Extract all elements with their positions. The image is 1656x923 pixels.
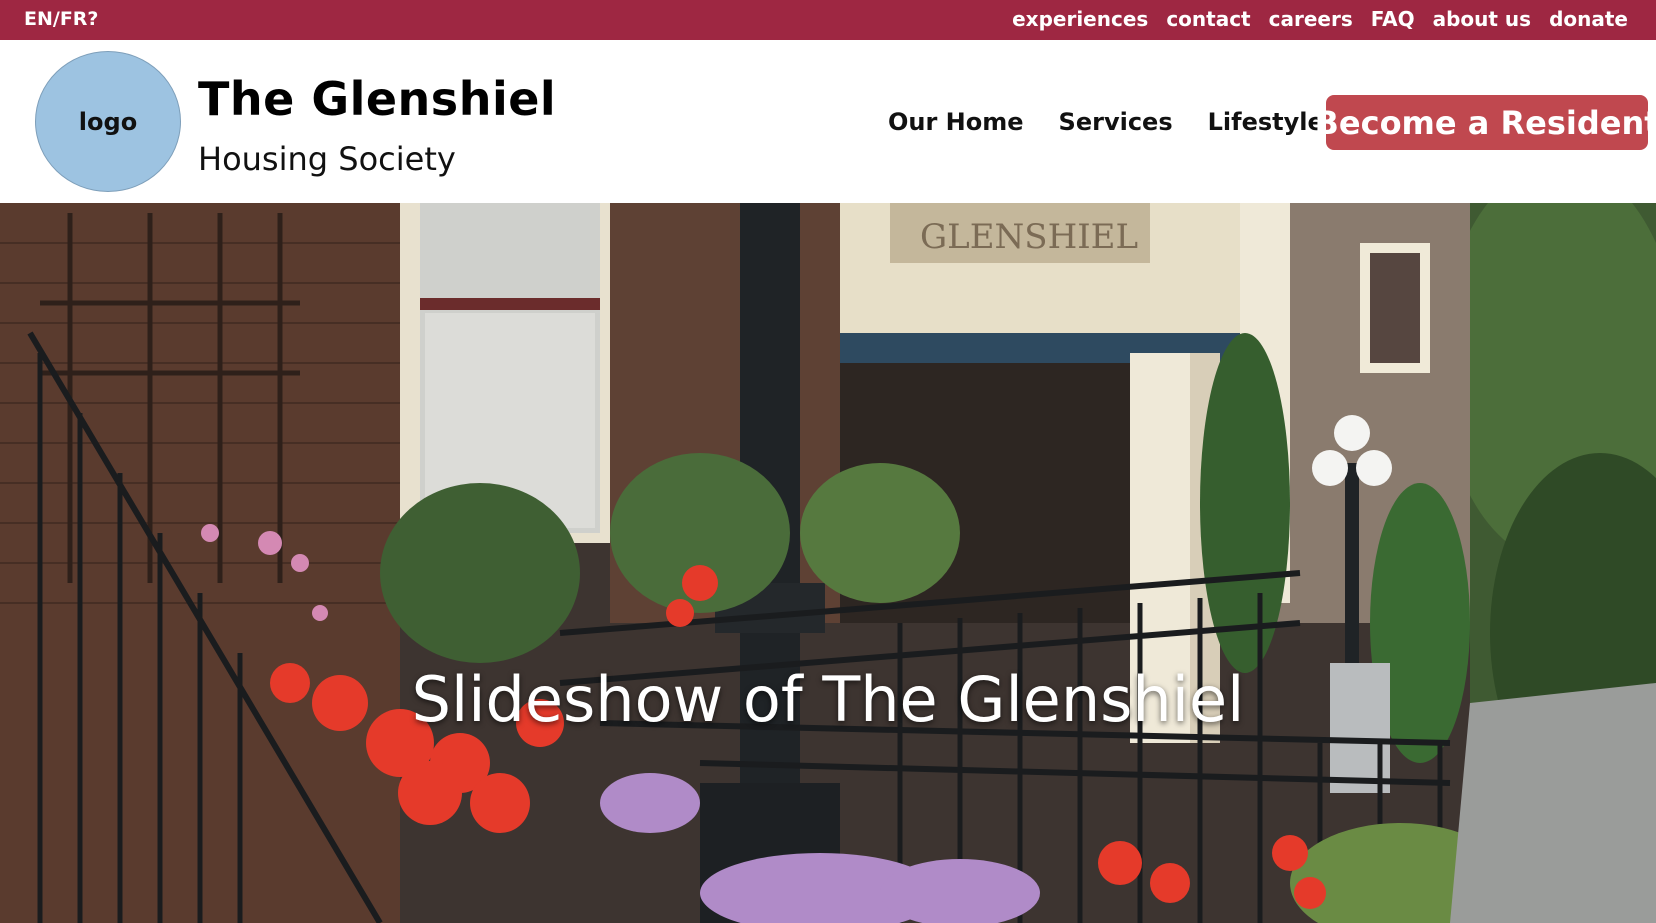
logo-label: logo [78, 107, 138, 136]
building-sign: GLENSHIEL [920, 217, 1138, 257]
utility-link-careers[interactable]: careers [1269, 7, 1353, 31]
utility-link-contact[interactable]: contact [1166, 7, 1250, 31]
nav-services[interactable]: Services [1059, 108, 1173, 136]
site-header: logo The Glenshiel Housing Society Our H… [0, 40, 1656, 203]
logo[interactable]: logo [35, 51, 181, 192]
hero-slideshow[interactable]: GLENSHIEL Slideshow of The Glenshiel [0, 203, 1656, 923]
site-subtitle: Housing Society [198, 140, 456, 178]
utility-link-donate[interactable]: donate [1549, 7, 1628, 31]
utility-link-about-us[interactable]: about us [1433, 7, 1531, 31]
nav-lifestyle[interactable]: Lifestyle [1208, 108, 1324, 136]
language-toggle[interactable]: EN/FR? [24, 8, 98, 30]
utility-link-experiences[interactable]: experiences [1012, 7, 1148, 31]
nav-our-home[interactable]: Our Home [888, 108, 1024, 136]
site-title: The Glenshiel [198, 72, 557, 126]
utility-link-faq[interactable]: FAQ [1371, 7, 1415, 31]
utility-nav: experiences contact careers FAQ about us… [1012, 7, 1628, 31]
utility-bar: EN/FR? experiences contact careers FAQ a… [0, 0, 1656, 40]
main-nav: Our Home Services Lifestyle [888, 108, 1359, 136]
hero-photo: GLENSHIEL [0, 203, 1656, 923]
become-resident-button[interactable]: Become a Resident [1315, 95, 1656, 150]
slideshow-caption: Slideshow of The Glenshiel [411, 663, 1245, 736]
